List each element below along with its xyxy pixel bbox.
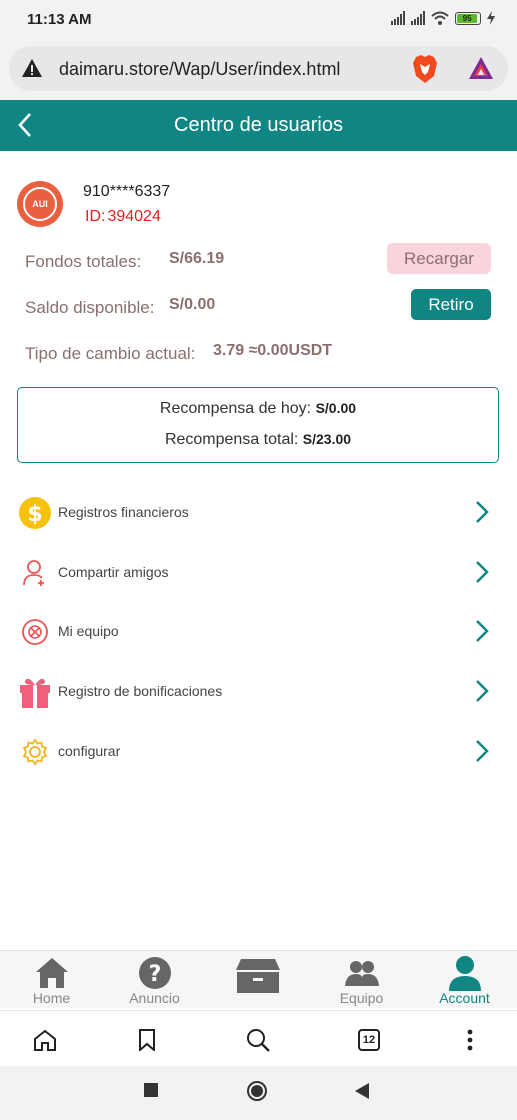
menu-item-financial-records[interactable]: $ Registros financieros: [0, 488, 517, 538]
exchange-rate-label: Tipo de cambio actual:: [25, 344, 196, 363]
browser-bottom-bar: 12: [0, 1010, 517, 1066]
person-icon: [413, 956, 516, 991]
gift-icon: [18, 675, 52, 709]
warning-icon[interactable]: [21, 58, 43, 78]
dollar-coin-icon: $: [18, 496, 52, 530]
nav-tab-account[interactable]: Account: [413, 951, 516, 1009]
chevron-right-icon: [476, 740, 489, 762]
user-id: ID: 394024: [83, 208, 161, 226]
nav-tab-label: Equipo: [339, 990, 384, 1006]
today-reward: Recompensa de hoy: S/0.00: [18, 400, 498, 418]
page-title: Centro de usuarios: [174, 114, 343, 136]
menu-item-label: Registros financieros: [58, 504, 189, 520]
app-bottom-nav: Home ? Anuncio Equipo Account: [0, 950, 517, 1008]
available-balance-value: S/0.00: [169, 296, 216, 313]
tab-count: 12: [358, 1029, 380, 1051]
menu-item-share-friends[interactable]: Compartir amigos: [0, 548, 517, 598]
user-id-value: 394024: [107, 208, 161, 225]
brave-shield-icon[interactable]: [412, 54, 438, 84]
menu-item-my-team[interactable]: Mi equipo: [0, 607, 517, 657]
more-menu-icon[interactable]: [457, 1027, 483, 1053]
charging-icon: [487, 11, 495, 25]
total-reward-value: S/23.00: [302, 431, 352, 447]
nav-tab-box[interactable]: [206, 951, 309, 1009]
status-bar: 11:13 AM 95: [0, 0, 517, 40]
battery-icon: 95: [455, 11, 481, 25]
total-funds-value: S/66.19: [169, 250, 225, 267]
signal-icon: [411, 11, 425, 25]
recents-icon[interactable]: [144, 1083, 158, 1097]
user-phone: 910****6337: [83, 183, 171, 200]
browser-home-icon[interactable]: [32, 1027, 58, 1053]
page-header: Centro de usuarios: [0, 100, 517, 151]
menu-item-label: configurar: [58, 743, 121, 759]
back-triangle-icon[interactable]: [355, 1083, 369, 1099]
chevron-right-icon: [476, 680, 489, 702]
gear-icon: [18, 735, 52, 769]
bookmark-icon[interactable]: [134, 1027, 160, 1053]
user-id-label: ID:: [85, 208, 106, 225]
exchange-rate-value: 3.79 ≈0.00USDT: [213, 342, 333, 359]
avatar-logo: AUI: [23, 187, 57, 221]
nav-tab-label: Account: [439, 990, 490, 1006]
nav-tab-label: Home: [32, 990, 71, 1006]
total-reward-label: Recompensa total:: [164, 431, 299, 448]
menu-item-bonus-records[interactable]: Registro de bonificaciones: [0, 667, 517, 717]
system-nav-bar: [0, 1066, 517, 1120]
menu-item-label: Compartir amigos: [58, 564, 169, 580]
nav-tab-label: Anuncio: [129, 990, 180, 1006]
address-bar[interactable]: daimaru.store/Wap/User/index.html: [9, 46, 508, 91]
menu-item-label: Registro de bonificaciones: [58, 683, 223, 699]
available-balance-label: Saldo disponible:: [25, 298, 155, 317]
svg-text:?: ?: [148, 962, 161, 987]
chevron-right-icon: [476, 501, 489, 523]
box-icon: [206, 959, 309, 993]
nav-tab-home[interactable]: Home: [0, 951, 103, 1009]
browser-toolbar: daimaru.store/Wap/User/index.html: [0, 40, 517, 100]
total-reward: Recompensa total: S/23.00: [18, 431, 498, 449]
group-icon: [310, 956, 413, 990]
today-reward-value: S/0.00: [315, 400, 357, 416]
chevron-right-icon: [476, 620, 489, 642]
rewards-triangle-icon[interactable]: [468, 56, 494, 80]
wifi-icon: [431, 11, 449, 25]
today-reward-label: Recompensa de hoy:: [159, 400, 312, 417]
menu-item-label: Mi equipo: [58, 623, 119, 639]
rewards-box: Recompensa de hoy: S/0.00 Recompensa tot…: [17, 387, 499, 463]
team-target-icon: [18, 615, 52, 649]
home-circle-icon[interactable]: [247, 1081, 267, 1101]
status-icons: 95: [391, 11, 495, 25]
avatar: AUI: [17, 181, 63, 227]
person-add-icon: [18, 556, 52, 590]
search-icon[interactable]: [245, 1027, 271, 1053]
total-funds-label: Fondos totales:: [25, 252, 142, 271]
status-time: 11:13 AM: [27, 11, 92, 28]
recharge-button[interactable]: Recargar: [387, 243, 491, 274]
withdraw-button[interactable]: Retiro: [411, 289, 491, 320]
nav-tab-team[interactable]: Equipo: [310, 951, 413, 1009]
signal-icon: [391, 11, 405, 25]
question-icon: ?: [103, 956, 206, 990]
home-icon: [0, 956, 103, 990]
tabs-button[interactable]: 12: [356, 1027, 382, 1053]
nav-tab-announcement[interactable]: ? Anuncio: [103, 951, 206, 1009]
chevron-right-icon: [476, 561, 489, 583]
svg-text:$: $: [27, 502, 42, 527]
menu-item-settings[interactable]: configurar: [0, 727, 517, 777]
url-text[interactable]: daimaru.store/Wap/User/index.html: [59, 59, 340, 80]
